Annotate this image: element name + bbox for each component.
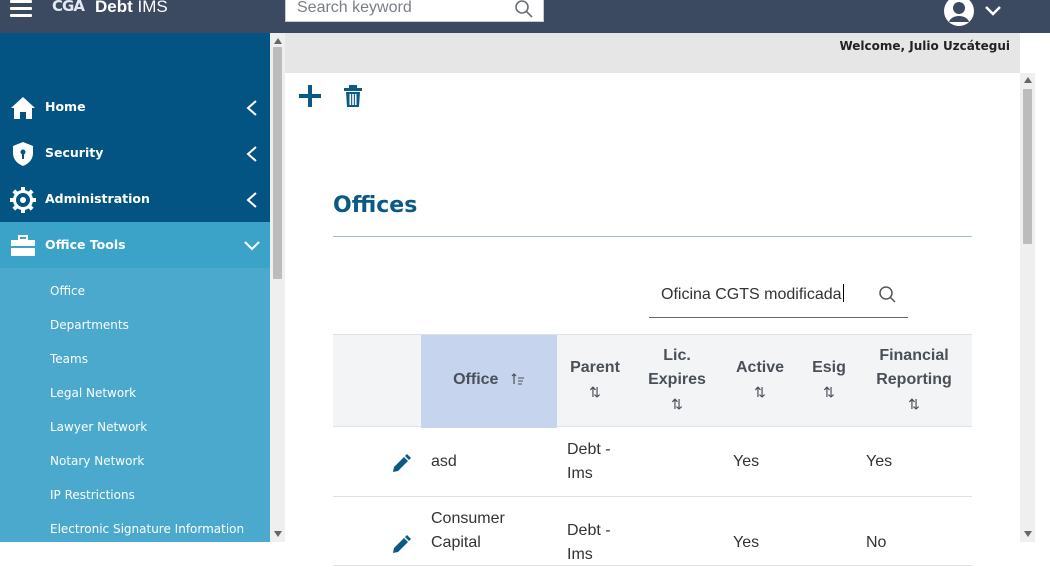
delete-button[interactable] bbox=[343, 84, 363, 108]
sidebar-item-label: Security bbox=[45, 145, 104, 160]
scroll-up-arrow-icon[interactable] bbox=[274, 38, 282, 44]
app-name-rest: IMS bbox=[132, 0, 168, 16]
global-search[interactable] bbox=[285, 0, 544, 22]
scroll-up-arrow-icon[interactable] bbox=[1024, 77, 1032, 83]
sort-icon[interactable]: ⇅ bbox=[799, 380, 859, 404]
cell-parent-line: Debt - bbox=[567, 441, 611, 458]
sidebar-scrollbar[interactable] bbox=[270, 33, 285, 542]
chevron-down-icon bbox=[244, 241, 260, 251]
cell-parent: Debt - Ims bbox=[567, 438, 611, 486]
sort-icon[interactable]: ⇅ bbox=[633, 392, 721, 416]
sidebar-item-label: Home bbox=[45, 99, 86, 114]
hamburger-menu-icon[interactable] bbox=[10, 0, 34, 20]
submenu-item-lawyer-network[interactable]: Lawyer Network bbox=[50, 420, 147, 434]
cell-active: Yes bbox=[733, 534, 760, 551]
shield-icon bbox=[13, 142, 33, 166]
sort-icon[interactable]: ⇅ bbox=[863, 392, 965, 416]
submenu-item-notary-network[interactable]: Notary Network bbox=[50, 454, 144, 468]
edit-pencil-icon[interactable] bbox=[391, 454, 411, 474]
sidebar-item-office-tools[interactable]: Office Tools bbox=[0, 222, 270, 268]
column-header-label: Parent bbox=[570, 359, 620, 376]
cell-office-line: Capital bbox=[431, 534, 481, 551]
sidebar-item-security[interactable]: Security bbox=[0, 130, 270, 176]
column-header-label: Financial bbox=[879, 347, 949, 364]
sidebar-scroll-thumb[interactable] bbox=[273, 47, 282, 279]
cell-financial-reporting: No bbox=[866, 534, 887, 551]
table-header: Office Parent ⇅ Lic. Expires ⇅ Active ⇅ Esig… bbox=[333, 334, 972, 428]
submenu-item-legal-network[interactable]: Legal Network bbox=[50, 386, 136, 400]
sidebar-item-administration[interactable]: Administration bbox=[0, 176, 270, 222]
divider bbox=[333, 236, 972, 237]
cell-office: asd bbox=[431, 453, 457, 470]
welcome-bar: Welcome, Julio Uzcátegui bbox=[285, 33, 1020, 73]
app-name: Debt IMS bbox=[95, 0, 168, 17]
table-row[interactable]: asd Debt - Ims Yes Yes bbox=[333, 428, 972, 497]
scroll-down-arrow-icon[interactable] bbox=[274, 531, 282, 537]
sidebar-item-home[interactable]: Home bbox=[0, 84, 270, 130]
table-search[interactable]: Oficina CGTS modificada bbox=[649, 276, 908, 318]
column-header-esig[interactable]: Esig ⇅ bbox=[799, 335, 859, 428]
user-avatar-icon[interactable] bbox=[944, 0, 974, 26]
column-header-label: Active bbox=[735, 359, 785, 376]
add-button[interactable] bbox=[298, 84, 322, 108]
chevron-left-icon bbox=[246, 100, 257, 116]
column-header-financial-reporting[interactable]: Financial Reporting ⇅ bbox=[863, 335, 965, 428]
main-scroll-thumb[interactable] bbox=[1023, 89, 1032, 244]
column-header-label: Reporting bbox=[876, 371, 952, 388]
column-header-label: Office bbox=[453, 371, 499, 388]
sort-icon[interactable]: ⇅ bbox=[725, 380, 795, 404]
column-header-lic-expires[interactable]: Lic. Expires ⇅ bbox=[633, 335, 721, 428]
chevron-left-icon bbox=[246, 192, 257, 208]
top-bar: CGA Debt IMS bbox=[0, 0, 1050, 33]
welcome-text: Welcome, Julio Uzcátegui bbox=[839, 39, 1010, 53]
column-header-office[interactable]: Office bbox=[421, 335, 557, 428]
column-header-active[interactable]: Active ⇅ bbox=[725, 335, 795, 428]
home-icon bbox=[11, 97, 35, 119]
office-tools-submenu: Office Departments Teams Legal Network L… bbox=[0, 268, 270, 542]
cell-active: Yes bbox=[733, 453, 760, 470]
main-scrollbar[interactable] bbox=[1020, 73, 1035, 542]
submenu-item-office[interactable]: Office bbox=[50, 284, 85, 298]
chevron-down-icon[interactable] bbox=[984, 4, 1002, 18]
sidebar-item-label: Administration bbox=[45, 191, 150, 206]
submenu-item-departments[interactable]: Departments bbox=[50, 318, 129, 332]
column-header-label: Lic. bbox=[663, 347, 691, 364]
search-icon[interactable] bbox=[514, 0, 534, 19]
table-search-input[interactable]: Oficina CGTS modificada bbox=[661, 284, 844, 304]
chevron-left-icon bbox=[246, 146, 257, 162]
submenu-item-ip-restrictions[interactable]: IP Restrictions bbox=[50, 488, 135, 502]
cell-parent-line: Ims bbox=[567, 465, 593, 482]
app-name-bold: Debt bbox=[95, 0, 133, 16]
page-title: Offices bbox=[333, 193, 418, 218]
cell-office: Consumer Capital bbox=[431, 507, 505, 555]
cell-parent: Debt - Ims bbox=[567, 519, 611, 567]
sort-asc-icon[interactable] bbox=[511, 373, 525, 385]
column-header-parent[interactable]: Parent ⇅ bbox=[557, 335, 633, 428]
cell-office-line: Consumer bbox=[431, 510, 505, 527]
gear-icon bbox=[10, 187, 36, 213]
scroll-down-arrow-icon[interactable] bbox=[1024, 531, 1032, 537]
sidebar-item-label: Office Tools bbox=[45, 237, 126, 252]
edit-pencil-icon[interactable] bbox=[391, 535, 411, 555]
table-row[interactable]: Consumer Capital Debt - Ims Yes No bbox=[333, 497, 972, 566]
cell-parent-line: Ims bbox=[567, 546, 593, 563]
global-search-input[interactable] bbox=[297, 0, 497, 17]
sidebar: Home Security Administration Office Tool… bbox=[0, 33, 270, 542]
submenu-item-electronic-signature[interactable]: Electronic Signature Information bbox=[50, 522, 244, 536]
briefcase-icon bbox=[11, 235, 35, 256]
window-edge bbox=[1035, 33, 1050, 542]
column-header-label: Expires bbox=[648, 371, 706, 388]
search-icon[interactable] bbox=[878, 285, 898, 305]
cell-financial-reporting: Yes bbox=[866, 453, 893, 470]
column-header-label: Esig bbox=[812, 359, 846, 376]
sort-icon[interactable]: ⇅ bbox=[557, 380, 633, 404]
brand-logo: CGA bbox=[52, 0, 85, 15]
submenu-item-teams[interactable]: Teams bbox=[50, 352, 88, 366]
cell-parent-line: Debt - bbox=[567, 522, 611, 539]
